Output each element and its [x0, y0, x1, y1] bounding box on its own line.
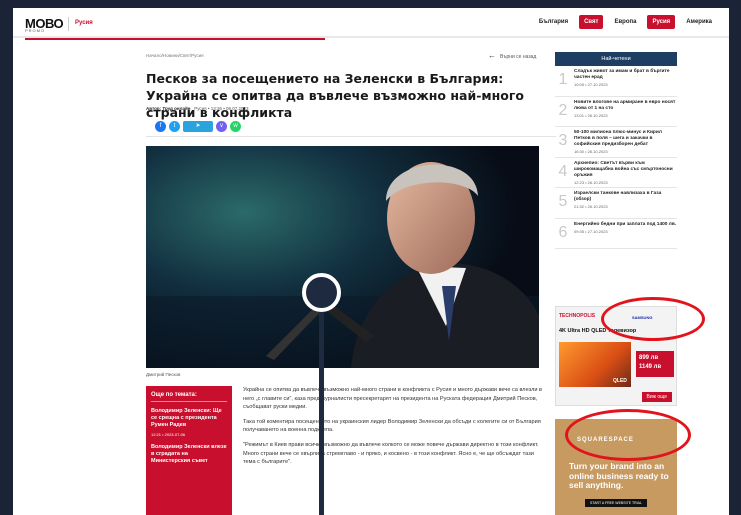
share-bar: f t ➤ v w	[155, 121, 241, 132]
most-read-date: 13:01 • 26.10.2023	[574, 112, 608, 118]
article-body: Украйна се опитва да въвлече възможно на…	[243, 386, 543, 473]
nav-item-world[interactable]: Свят	[579, 15, 604, 29]
rank-number: 4	[558, 162, 568, 180]
page: МОВО PROMO Русия България Свят Европа Ру…	[13, 8, 729, 515]
photo-caption: Дмитрий Песков	[146, 372, 181, 377]
most-read-date: 12:23 • 26.10.2023	[574, 179, 608, 185]
main-nav: България Свят Европа Русия Америка	[534, 15, 717, 29]
related-box: Още по темата: Володимир Зеленски: Ще се…	[146, 386, 232, 515]
most-read-sidebar: Най-четени 1 Сладък живот за имам и брат…	[555, 52, 677, 249]
article-photo	[146, 146, 539, 368]
rank-number: 6	[558, 223, 568, 241]
ad-qled-badge: QLED	[613, 378, 627, 384]
facebook-icon[interactable]: f	[155, 121, 166, 132]
most-read-title[interactable]: 50-100 милиона плюс-минус и Кирил Петков…	[574, 130, 677, 148]
ad-cta-button[interactable]: Виж още	[641, 392, 672, 402]
whatsapp-icon[interactable]: w	[230, 121, 241, 132]
related-item-title[interactable]: Володимир Зеленски влезе в сградата на М…	[151, 444, 227, 465]
nav-item-bulgaria[interactable]: България	[534, 15, 573, 29]
twitter-icon[interactable]: t	[169, 121, 180, 132]
most-read-title[interactable]: Новите влогове на армиране в евро носят …	[574, 100, 677, 112]
ad-cta-button[interactable]: START A FREE WEBSITE TRIAL	[585, 499, 647, 507]
back-link[interactable]: ← Върни се назад	[488, 51, 536, 60]
author-name[interactable]: Труд онлайн	[162, 106, 190, 111]
peskov-photo-illustration	[146, 146, 539, 368]
author-label: Автор:	[146, 106, 162, 111]
breadcrumb[interactable]: Начало/Новини/Свят/Русия	[146, 53, 204, 58]
most-read-title[interactable]: Архиепио: Светът върви към широкомащабна…	[574, 161, 677, 179]
ad-store-logo: TECHNOPOLIS	[559, 313, 596, 319]
most-read-title[interactable]: Енергийно бедни при заплата под 1400 лв.	[574, 222, 677, 228]
pointer-marker-icon	[302, 273, 341, 312]
article-date: Русия • 13:36 • 06.07.2023	[194, 106, 249, 111]
header-divider	[68, 17, 69, 31]
pointer-stick	[319, 308, 324, 515]
most-read-date: 10:05 • 27.10.2023	[574, 82, 608, 87]
annotation-ring	[601, 297, 705, 341]
article-paragraph: Украйна се опитва да въвлече възможно на…	[243, 387, 542, 411]
related-item-title[interactable]: Володимир Зеленски: Ще се срещна с прези…	[151, 408, 227, 429]
ad-price-old: 899 лв	[639, 355, 659, 361]
most-read-title[interactable]: Сладък живот за имам и брат в бъргите ча…	[574, 69, 677, 81]
telegram-icon[interactable]: ➤	[183, 121, 213, 132]
most-read-date: 09:35 • 27.10.2023	[574, 228, 608, 234]
most-read-item[interactable]: 6 Енергийно бедни при заплата под 1400 л…	[555, 219, 677, 249]
nav-item-russia[interactable]: Русия	[647, 15, 676, 29]
rank-number: 1	[558, 71, 568, 88]
most-read-item[interactable]: 5 Израелски танкове навлизаха в Газа (об…	[555, 188, 677, 219]
viber-icon[interactable]: v	[216, 121, 227, 132]
site-header: МОВО PROMO Русия България Свят Европа Ру…	[13, 8, 729, 38]
article-paragraph: Така той коментира посещението на украин…	[243, 418, 541, 434]
most-read-date: 21:32 • 26.10.2023	[574, 204, 608, 209]
most-read-title[interactable]: Израелски танкове навлизаха в Газа (обзо…	[574, 191, 677, 203]
most-read-item[interactable]: 1 Сладък живот за имам и брат в бъргите …	[555, 66, 677, 97]
ad-headline: Turn your brand into an online business …	[569, 461, 669, 490]
arrow-left-icon: ←	[488, 51, 496, 60]
site-logo-sub: PROMO	[25, 28, 46, 33]
most-read-item[interactable]: 4 Архиепио: Светът върви към широкомащаб…	[555, 158, 677, 188]
most-read-date: 16:30 • 26.10.2023	[574, 149, 608, 154]
nav-item-america[interactable]: Америка	[681, 15, 717, 29]
annotation-ring	[565, 409, 691, 461]
section-underline	[25, 38, 325, 40]
article-meta: Автор: Труд онлайн Русия • 13:36 • 06.07…	[146, 106, 249, 111]
most-read-heading: Най-четени	[555, 52, 677, 66]
most-read-item[interactable]: 2 Новите влогове на армиране в евро нося…	[555, 97, 677, 127]
most-read-item[interactable]: 3 50-100 милиона плюс-минус и Кирил Петк…	[555, 127, 677, 158]
rank-number: 5	[558, 193, 568, 210]
related-item-date: 12:21 • 2023-07-06	[151, 432, 186, 437]
rank-number: 2	[558, 101, 568, 119]
article-title: Песков за посещението на Зеленски в Бълг…	[146, 71, 524, 120]
section-label[interactable]: Русия	[75, 20, 93, 26]
ad-price-new: 1149 лв	[639, 364, 662, 370]
rank-number: 3	[558, 132, 568, 149]
back-link-label: Върни се назад	[500, 54, 537, 60]
article-paragraph: "Режимът в Киев прави всичко възможно да…	[243, 441, 539, 466]
nav-item-europe[interactable]: Европа	[609, 15, 641, 29]
related-heading: Още по темата:	[151, 392, 227, 402]
ad-price-tag: 899 лв 1149 лв	[636, 351, 674, 377]
divider	[146, 136, 556, 137]
